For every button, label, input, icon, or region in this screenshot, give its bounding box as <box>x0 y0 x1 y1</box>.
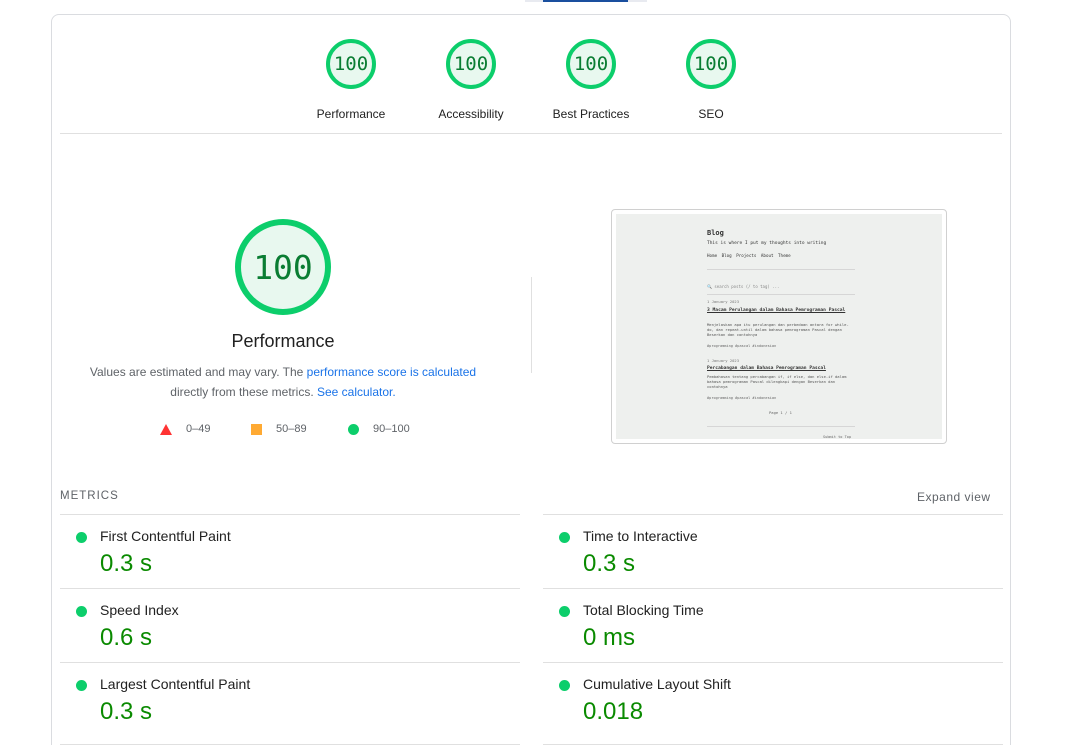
note-text: Values are estimated and may vary. The <box>89 365 307 379</box>
metric-name: First Contentful Paint <box>100 528 231 544</box>
gauge-label: Best Practices <box>552 107 630 121</box>
gauge-ring: 100 <box>326 39 376 89</box>
gauge-label: Performance <box>316 107 386 121</box>
preview-rule <box>707 294 855 295</box>
pass-circle-icon <box>76 532 87 543</box>
metric-cumulative-layout-shift[interactable]: Cumulative Layout Shift 0.018 <box>543 662 1003 736</box>
gauge-ring: 100 <box>446 39 496 89</box>
square-icon <box>251 423 262 435</box>
final-screenshot[interactable]: Blog This is where I put my thoughts int… <box>611 209 947 444</box>
score-legend: 0–49 50–89 90–100 <box>160 423 480 439</box>
preview-post-body: Menjelaskan apa itu perulangan dan perbe… <box>707 322 849 337</box>
pass-circle-icon <box>559 532 570 543</box>
preview-pagination: Page 1 / 1 <box>769 410 792 415</box>
preview-search: 🔍 search posts (/ to tag) ... <box>707 284 780 289</box>
category-gauges: 100 Performance 100 Accessibility 100 Be… <box>52 39 1010 139</box>
gauge-ring: 100 <box>566 39 616 89</box>
performance-score-gauge: 100 <box>235 219 331 315</box>
metric-value: 0.018 <box>583 698 644 725</box>
preview-post-date: 1 January 2023 <box>707 358 740 363</box>
metric-total-blocking-time[interactable]: Total Blocking Time 0 ms <box>543 588 1003 662</box>
gauge-score: 100 <box>573 53 609 75</box>
pass-circle-icon <box>76 606 87 617</box>
score-note: Values are estimated and may vary. The p… <box>82 362 484 402</box>
pass-circle-icon <box>76 680 87 691</box>
legend-average: 50–89 <box>251 423 307 435</box>
circle-icon <box>348 423 359 435</box>
gauge-score: 100 <box>693 53 729 75</box>
legend-pass: 90–100 <box>348 423 410 435</box>
preview-title: Blog <box>707 229 724 237</box>
metric-name: Largest Contentful Paint <box>100 676 251 692</box>
preview-post-title: 3 Macam Perulangan dalam Bahasa Pemrogra… <box>707 308 846 313</box>
metric-time-to-interactive[interactable]: Time to Interactive 0.3 s <box>543 514 1003 588</box>
preview-footer-link: Submit to Top <box>823 435 852 439</box>
gauge-seo[interactable]: 100 SEO <box>656 39 766 121</box>
performance-score: 100 <box>253 247 313 287</box>
preview-post-body: Pembahasan tentang percabangan if, if el… <box>707 374 847 389</box>
pass-circle-icon <box>559 680 570 691</box>
legend-range: 50–89 <box>276 423 307 435</box>
legend-range: 0–49 <box>186 423 211 435</box>
metric-value: 0.3 s <box>100 550 153 577</box>
metrics-header: METRICS <box>60 490 119 502</box>
gauge-label: SEO <box>698 107 724 121</box>
preview-subtitle: This is where I put my thoughts into wri… <box>707 241 827 246</box>
gauge-label: Accessibility <box>438 107 504 121</box>
metric-first-contentful-paint[interactable]: First Contentful Paint 0.3 s <box>60 514 520 588</box>
legend-range: 90–100 <box>373 423 410 435</box>
gauge-score: 100 <box>333 53 369 75</box>
preview-rule <box>707 269 855 270</box>
metric-name: Speed Index <box>100 602 179 618</box>
active-report-tab-indicator[interactable] <box>543 0 628 2</box>
see-calculator-link[interactable]: See calculator. <box>317 385 396 399</box>
metric-name: Cumulative Layout Shift <box>583 676 731 692</box>
preview-post-tags: #programming #pascal #indonesian <box>707 344 777 348</box>
metric-value: 0.3 s <box>583 550 636 577</box>
preview-rule <box>707 426 855 427</box>
metric-value: 0.3 s <box>100 698 153 725</box>
expand-view-toggle[interactable]: Expand view <box>917 490 991 504</box>
metric-value: 0 ms <box>583 624 636 651</box>
legend-fail: 0–49 <box>160 423 210 435</box>
pass-circle-icon <box>559 606 570 617</box>
gauge-score: 100 <box>453 53 489 75</box>
vertical-separator <box>531 277 532 373</box>
metric-largest-contentful-paint[interactable]: Largest Contentful Paint 0.3 s <box>60 662 520 736</box>
report-card: 100 Performance 100 Accessibility 100 Be… <box>51 14 1011 745</box>
metric-name: Time to Interactive <box>583 528 698 544</box>
preview-nav: Home Blog Projects About Theme <box>707 253 791 258</box>
note-text-2: directly from these metrics. <box>170 385 317 399</box>
metric-value: 0.6 s <box>100 624 153 651</box>
preview-post-title: Percabangan dalam Bahasa Pemrograman Pas… <box>707 366 826 371</box>
metric-speed-index[interactable]: Speed Index 0.6 s <box>60 588 520 662</box>
gauge-ring: 100 <box>686 39 736 89</box>
performance-title: Performance <box>231 331 335 351</box>
screenshot-content: Blog This is where I put my thoughts int… <box>616 214 942 439</box>
gauge-best-practices[interactable]: 100 Best Practices <box>536 39 646 121</box>
triangle-icon <box>160 423 172 435</box>
gauges-divider <box>60 133 1002 134</box>
preview-post-tags: #programming #pascal #indonesian <box>707 396 777 400</box>
preview-post-date: 1 January 2023 <box>707 299 740 304</box>
gauge-accessibility[interactable]: 100 Accessibility <box>416 39 526 121</box>
score-calculated-link[interactable]: performance score is calculated <box>307 365 476 379</box>
gauge-performance[interactable]: 100 Performance <box>296 39 406 121</box>
metric-name: Total Blocking Time <box>583 602 704 618</box>
